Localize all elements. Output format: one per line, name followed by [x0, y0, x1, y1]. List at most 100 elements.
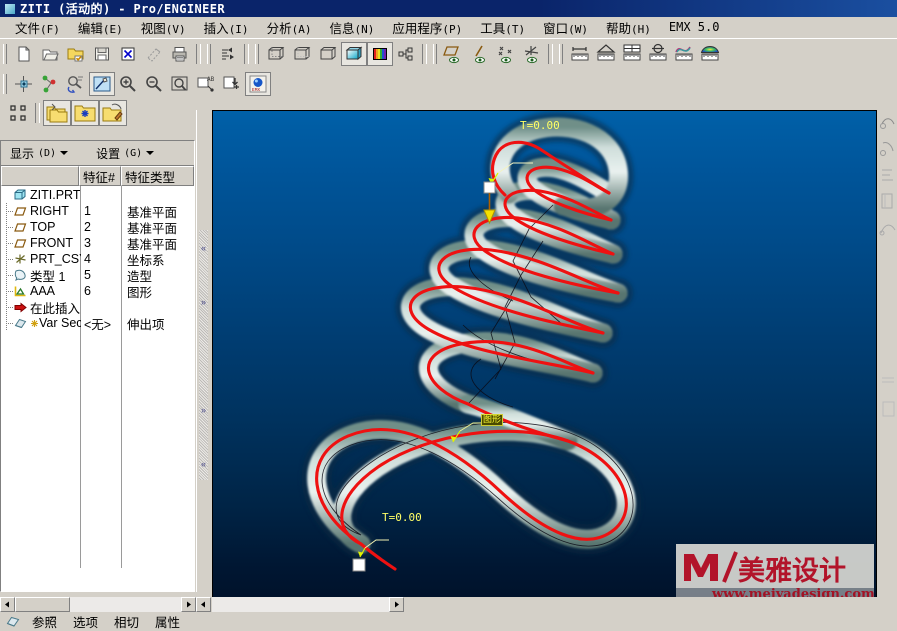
refit-icon[interactable]	[167, 72, 193, 96]
viewport-hscrollbar[interactable]	[212, 597, 897, 612]
menu-help[interactable]: 帮助(H)	[597, 16, 660, 39]
scroll-left-icon[interactable]	[196, 597, 211, 612]
status-item-properties[interactable]: 属性	[147, 612, 188, 631]
orientation-icon[interactable]	[37, 72, 63, 96]
menu-info[interactable]: 信息(N)	[320, 16, 383, 39]
tree-header-feature-num[interactable]: 特征#	[79, 166, 121, 186]
datum-point-display-icon[interactable]	[493, 42, 519, 66]
right-tool-4-icon[interactable]	[878, 188, 897, 214]
graphics-viewport[interactable]: T=0.00 图形 T=0.00 美雅设计 www.meiyadesign.co…	[212, 110, 877, 605]
surface-analysis-icon[interactable]	[697, 42, 723, 66]
splitter-collapse-left-icon[interactable]: «	[199, 244, 208, 253]
tree-display-dropdown[interactable]: 显示 (D)	[3, 143, 75, 163]
menu-file[interactable]: 文件(F)	[6, 16, 69, 39]
table-row[interactable]: ZITI.PRT	[1, 186, 194, 203]
menu-window[interactable]: 窗口(W)	[534, 16, 597, 39]
sketch-view-icon[interactable]	[89, 72, 115, 96]
tree-indent	[1, 203, 13, 219]
right-tool-5-icon[interactable]	[878, 214, 897, 240]
measure-diameter-icon[interactable]	[645, 42, 671, 66]
datum-plane-display-icon[interactable]	[441, 42, 467, 66]
zoom-out-icon[interactable]	[141, 72, 167, 96]
datum-axis-display-icon[interactable]	[467, 42, 493, 66]
no-hidden-display-icon[interactable]	[315, 42, 341, 66]
right-tool-1-icon[interactable]	[878, 110, 897, 136]
menu-insert[interactable]: 插入(I)	[195, 16, 258, 39]
right-tool-6-icon[interactable]	[878, 370, 897, 396]
right-tool-2-icon[interactable]	[878, 136, 897, 162]
status-item-tangency[interactable]: 相切	[106, 612, 147, 631]
tree-settings-mnemonic: (G)	[124, 148, 142, 159]
scroll-track[interactable]	[212, 597, 389, 612]
menu-applications[interactable]: 应用程序(P)	[383, 16, 471, 39]
splitter-expand-right-icon[interactable]: »	[199, 406, 208, 415]
table-row[interactable]: Var Sect Sweep <无> 伸出项	[1, 315, 194, 331]
named-view-icon[interactable]: AB	[193, 72, 219, 96]
menu-view-mnemonic: (V)	[166, 23, 186, 36]
color-appearance-icon[interactable]	[367, 42, 393, 66]
datum-csys-display-icon[interactable]	[519, 42, 545, 66]
tree-row-num: 3	[81, 236, 122, 250]
save-icon[interactable]	[89, 42, 115, 66]
toolbar-grip[interactable]	[2, 73, 9, 95]
chevron-down-icon	[146, 151, 154, 155]
tree-settings-dropdown[interactable]: 设置 (G)	[89, 143, 161, 163]
datum-plane-icon	[13, 204, 27, 218]
scroll-thumb[interactable]	[15, 597, 70, 612]
tree-hscrollbar[interactable]	[0, 597, 196, 612]
zoom-in-icon[interactable]	[115, 72, 141, 96]
scroll-left-icon[interactable]	[0, 597, 15, 612]
status-item-reference[interactable]: 参照	[24, 612, 65, 631]
tree-row-label: TOP	[30, 220, 55, 234]
splitter-expand-right-icon[interactable]: »	[199, 298, 208, 307]
measure-angle-icon[interactable]	[593, 42, 619, 66]
toolbar-grip[interactable]	[2, 43, 9, 65]
menu-tools[interactable]: 工具(T)	[471, 16, 534, 39]
new-file-icon[interactable]	[11, 42, 37, 66]
menu-analysis[interactable]: 分析(A)	[258, 16, 321, 39]
tree-display-label: 显示	[10, 145, 34, 162]
print-icon[interactable]	[167, 42, 193, 66]
scroll-right-icon[interactable]	[181, 597, 196, 612]
shading-display-icon[interactable]	[341, 42, 367, 66]
toolbar-grip[interactable]	[558, 43, 565, 65]
tree-row-name: 类型 1	[1, 266, 81, 285]
splitter-collapse-left-icon[interactable]: «	[199, 460, 208, 469]
emx-icon[interactable]: EMX	[245, 72, 271, 96]
scroll-track[interactable]	[15, 597, 181, 612]
toolbar-grip[interactable]	[254, 43, 261, 65]
system-menu-icon[interactable]	[4, 3, 16, 15]
svg-text:AB: AB	[207, 76, 215, 83]
panel-hscrollbar-left-stub[interactable]	[196, 597, 212, 612]
open-file-icon[interactable]	[37, 42, 63, 66]
regenerate-icon[interactable]	[215, 42, 241, 66]
sweep-label-text: Var Sect Sweep	[39, 316, 81, 330]
right-tool-7-icon[interactable]	[878, 396, 897, 422]
panel-splitter[interactable]: « » » «	[196, 110, 211, 592]
reorient-view-icon[interactable]	[63, 72, 89, 96]
measure-distance-icon[interactable]	[567, 42, 593, 66]
curve-analysis-icon[interactable]	[671, 42, 697, 66]
scroll-right-icon[interactable]	[389, 597, 404, 612]
close-window-icon[interactable]	[115, 42, 141, 66]
model-tree-icon[interactable]	[393, 42, 419, 66]
menu-edit[interactable]: 编辑(E)	[69, 16, 132, 39]
tree-header-feature-type[interactable]: 特征类型	[121, 166, 194, 186]
menu-view[interactable]: 视图(V)	[132, 16, 195, 39]
save-view-icon[interactable]	[219, 72, 245, 96]
toolbar-row-1	[0, 38, 897, 69]
toolbar-grip[interactable]	[432, 43, 439, 65]
hidden-line-display-icon[interactable]	[289, 42, 315, 66]
wireframe-display-icon[interactable]	[263, 42, 289, 66]
menu-insert-mnemonic: (I)	[229, 23, 249, 36]
tree-header-name[interactable]	[1, 166, 79, 186]
menu-emx[interactable]: EMX 5.0	[660, 18, 729, 36]
set-working-directory-icon[interactable]	[63, 42, 89, 66]
toolbar-grip[interactable]	[206, 43, 213, 65]
status-item-options[interactable]: 选项	[65, 612, 106, 631]
spin-center-icon[interactable]	[11, 72, 37, 96]
tree-row-name: 在此插入	[1, 298, 81, 317]
print-preview-icon[interactable]	[141, 42, 167, 66]
measure-area-icon[interactable]	[619, 42, 645, 66]
right-tool-3-icon[interactable]	[878, 162, 897, 188]
